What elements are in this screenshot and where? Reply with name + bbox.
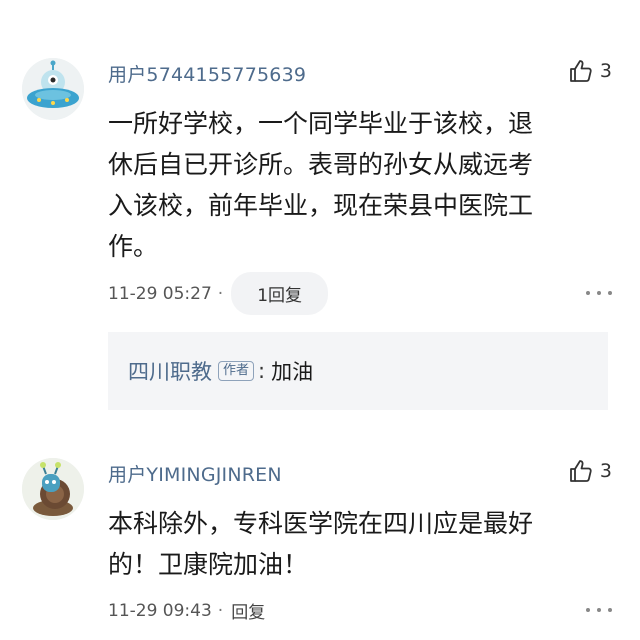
sub-reply-username[interactable]: 四川职教 (128, 356, 212, 386)
reply-button[interactable]: 回复 (231, 598, 265, 623)
comment-text-line: 入该校，前年毕业，现在荣县中医院工 (108, 191, 534, 220)
like-button[interactable]: 3 (568, 458, 612, 484)
more-options-icon[interactable] (586, 290, 612, 296)
separator-dot: · (217, 600, 224, 621)
avatar[interactable] (22, 458, 84, 520)
sub-reply-text: 加油 (271, 360, 314, 384)
like-button[interactable]: 3 (568, 58, 612, 84)
comment-text-line: 的！卫康院加油！ (108, 550, 309, 579)
comment-item: 用户YIMINGJINREN 3 本科除外，专科医学院在四川应是最好 的！卫康院… (0, 420, 640, 640)
like-count: 3 (599, 60, 612, 82)
sub-reply-box[interactable]: 四川职教 作者 : 加油 (108, 332, 608, 410)
username[interactable]: 用户YIMINGJINREN (108, 460, 282, 487)
avatar[interactable] (22, 58, 84, 120)
comment-item: 用户5744155775639 3 一所好学校，一个同学毕业于该校，退 休后自已… (0, 0, 640, 420)
author-badge: 作者 (218, 361, 255, 381)
comment-text-line: 作。 (108, 232, 159, 261)
sub-reply-colon: : (258, 359, 266, 383)
timestamp: 11-29 09:43 (108, 600, 212, 621)
comment-text-line: 一所好学校，一个同学毕业于该校，退 (108, 109, 534, 138)
thumbs-up-icon (570, 460, 592, 482)
more-options-icon[interactable] (586, 607, 612, 613)
alien-ufo-avatar-icon (22, 58, 84, 120)
separator-dot: · (217, 283, 224, 304)
comment-meta: 11-29 05:27 · 1回复 (108, 272, 329, 315)
thumbs-up-icon (570, 60, 592, 82)
comment-meta: 11-29 09:43 · 回复 (108, 598, 265, 624)
like-count: 3 (599, 460, 612, 482)
username[interactable]: 用户5744155775639 (108, 60, 306, 87)
timestamp: 11-29 05:27 (108, 283, 212, 304)
comment-text-line: 休后自已开诊所。表哥的孙女从威远考 (108, 150, 534, 179)
snail-avatar-icon (22, 458, 84, 520)
comment-text-line: 本科除外，专科医学院在四川应是最好 (108, 509, 534, 538)
reply-count-button[interactable]: 1回复 (231, 272, 329, 315)
